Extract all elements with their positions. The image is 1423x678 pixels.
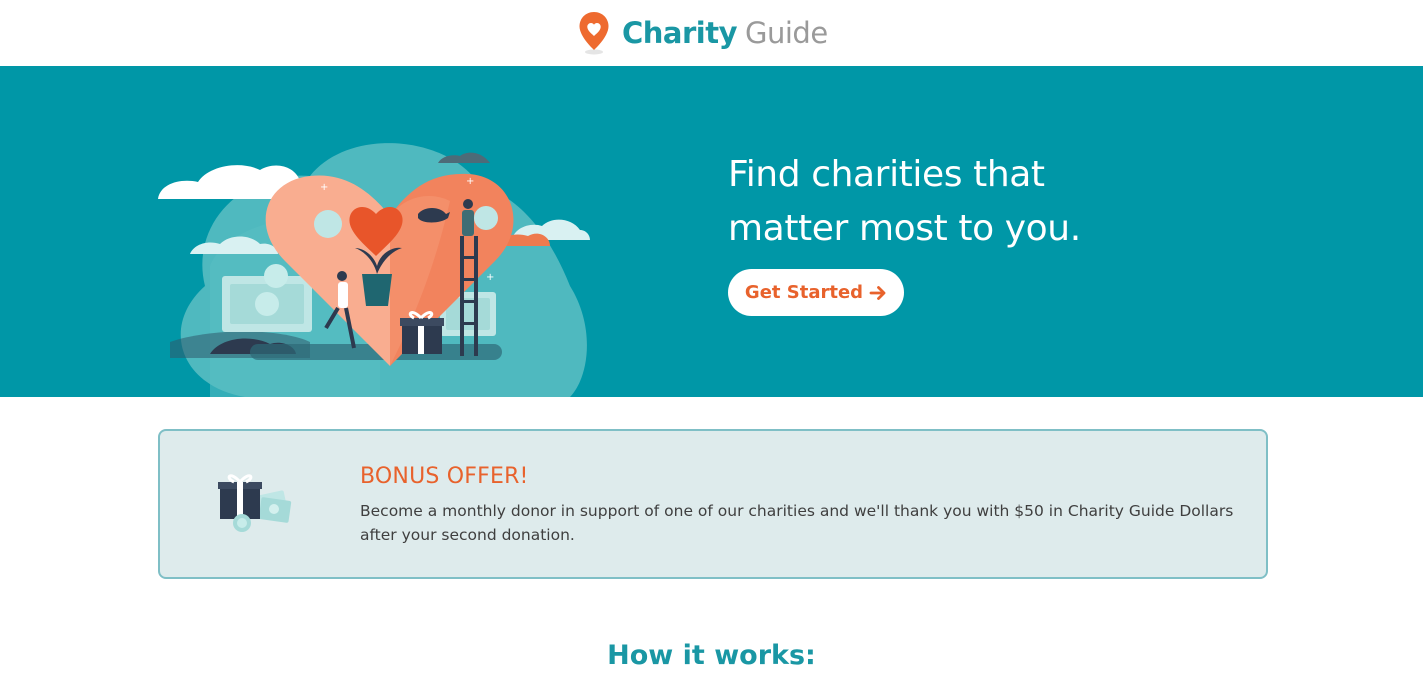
bonus-offer-title: BONUS OFFER! xyxy=(360,464,529,489)
hero-headline: Find charities that matter most to you. xyxy=(728,148,1288,256)
svg-text:+: + xyxy=(486,272,494,283)
how-it-works-heading: How it works: xyxy=(607,640,816,671)
hero-headline-line2: matter most to you. xyxy=(728,208,1081,249)
arrow-right-icon xyxy=(869,285,886,300)
svg-text:+: + xyxy=(466,176,474,187)
logo-secondary-text: Guide xyxy=(745,16,828,50)
get-started-button[interactable]: Get Started xyxy=(728,269,904,316)
heart-charity-illustration: + + + xyxy=(158,143,590,397)
svg-text:+: + xyxy=(320,182,328,193)
hero-banner: + + + Find charities that matter most to… xyxy=(0,66,1423,397)
logo-primary-text: Charity xyxy=(622,16,738,50)
hero-headline-line1: Find charities that xyxy=(728,154,1045,195)
get-started-label: Get Started xyxy=(744,282,864,303)
site-logo[interactable]: Charity Guide xyxy=(578,10,828,56)
bonus-offer-text: Become a monthly donor in support of one… xyxy=(360,502,1234,544)
location-pin-heart-icon xyxy=(579,12,609,55)
gift-money-icon xyxy=(218,474,292,532)
bonus-offer-card: BONUS OFFER! Become a monthly donor in s… xyxy=(158,429,1268,579)
logo-wordmark: Charity Guide xyxy=(622,16,828,50)
site-header: Charity Guide xyxy=(0,0,1423,66)
